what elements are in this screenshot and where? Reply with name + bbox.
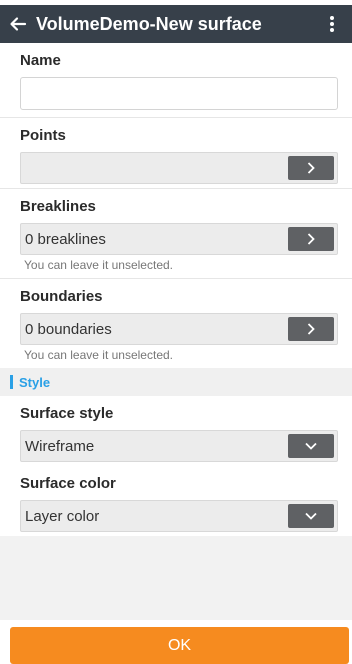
chevron-right-icon	[307, 323, 315, 335]
name-label: Name	[20, 51, 61, 69]
style-section-title: Style	[19, 374, 51, 390]
page-title: VolumeDemo-New surface	[36, 13, 262, 34]
surface-color-field-group: Surface color Layer color	[0, 466, 352, 536]
surface-style-field-group: Surface style Wireframe	[0, 396, 352, 466]
app-bar: VolumeDemo-New surface	[0, 5, 352, 43]
points-picker[interactable]	[20, 152, 338, 184]
boundaries-hint: You can leave it unselected.	[24, 347, 173, 362]
surface-style-dropdown[interactable]: Wireframe	[20, 430, 338, 462]
name-input[interactable]	[20, 77, 338, 110]
back-button[interactable]	[0, 5, 36, 43]
overflow-menu-button[interactable]	[312, 5, 352, 43]
boundaries-label: Boundaries	[20, 287, 103, 305]
surface-color-value: Layer color	[25, 507, 100, 525]
surface-style-dropdown-button[interactable]	[288, 434, 334, 458]
name-field-group: Name	[0, 43, 352, 117]
points-select-button[interactable]	[288, 156, 334, 180]
chevron-down-icon	[305, 512, 317, 520]
chevron-right-icon	[307, 162, 315, 174]
breaklines-hint: You can leave it unselected.	[24, 257, 173, 272]
form-content: Name Points Breaklines 0 breaklines You …	[0, 43, 352, 620]
chevron-down-icon	[305, 442, 317, 450]
breaklines-label: Breaklines	[20, 197, 96, 215]
style-section-header: Style	[0, 368, 352, 396]
surface-color-label: Surface color	[20, 474, 116, 492]
more-vert-icon	[330, 16, 334, 32]
section-accent-bar	[10, 375, 13, 389]
arrow-left-icon	[10, 17, 27, 31]
surface-style-value: Wireframe	[25, 437, 95, 455]
chevron-right-icon	[307, 233, 315, 245]
breaklines-value: 0 breaklines	[25, 230, 106, 248]
points-field-group: Points	[0, 118, 352, 188]
boundaries-select-button[interactable]	[288, 317, 334, 341]
surface-style-label: Surface style	[20, 404, 114, 422]
ok-button[interactable]: OK	[10, 627, 349, 664]
breaklines-picker[interactable]: 0 breaklines	[20, 223, 338, 255]
boundaries-value: 0 boundaries	[25, 320, 112, 338]
surface-color-dropdown-button[interactable]	[288, 504, 334, 528]
breaklines-select-button[interactable]	[288, 227, 334, 251]
breaklines-field-group: Breaklines 0 breaklines You can leave it…	[0, 189, 352, 278]
points-label: Points	[20, 126, 66, 144]
boundaries-picker[interactable]: 0 boundaries	[20, 313, 338, 345]
surface-color-dropdown[interactable]: Layer color	[20, 500, 338, 532]
boundaries-field-group: Boundaries 0 boundaries You can leave it…	[0, 279, 352, 368]
